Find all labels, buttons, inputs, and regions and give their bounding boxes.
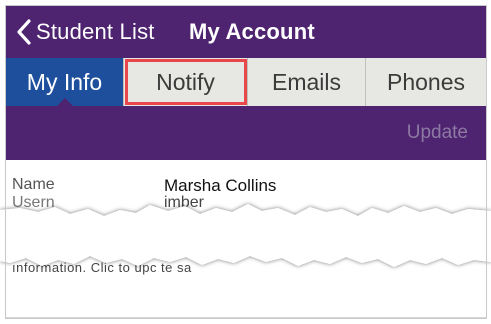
app-screen: Student List My Account My Info Notify E…: [0, 0, 491, 324]
chevron-left-icon: [16, 19, 32, 45]
tab-notify-label: Notify: [156, 68, 215, 95]
tab-phones-label: Phones: [386, 68, 465, 95]
page-title: My Account: [189, 19, 315, 44]
tab-notify[interactable]: Notify: [124, 58, 248, 106]
tab-emails-label: Emails: [271, 68, 341, 95]
back-button[interactable]: Student List: [16, 16, 155, 48]
torn-paper-divider: [0, 204, 491, 267]
tab-phones[interactable]: Phones: [366, 58, 486, 106]
tab-my-info[interactable]: My Info: [6, 58, 124, 106]
action-bar: Update: [6, 106, 486, 160]
tab-emails[interactable]: Emails: [248, 58, 366, 106]
top-navigation-bar: Student List My Account: [6, 6, 486, 58]
back-button-label: Student List: [36, 19, 155, 44]
tab-my-info-label: My Info: [26, 68, 103, 95]
tab-bar: My Info Notify Emails Phones: [6, 58, 486, 106]
update-button[interactable]: Update: [407, 122, 468, 144]
